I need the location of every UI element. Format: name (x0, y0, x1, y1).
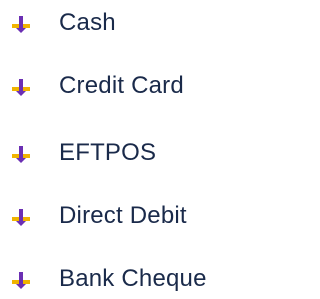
payment-methods-list: Cash Credit Card EFTPOS Direct Debit Ban… (0, 0, 243, 293)
list-item: Bank Cheque (0, 259, 243, 299)
list-item: Credit Card (0, 66, 243, 106)
list-item: Direct Debit (0, 196, 243, 236)
payment-method-label: Direct Debit (59, 202, 187, 229)
down-arrow-icon (10, 206, 32, 228)
down-arrow-icon (10, 76, 32, 98)
list-item: Cash (0, 3, 243, 43)
list-item: EFTPOS (0, 133, 243, 173)
payment-method-label: Cash (59, 9, 116, 36)
down-arrow-icon (10, 269, 32, 291)
payment-method-label: EFTPOS (59, 139, 157, 166)
down-arrow-icon (10, 13, 32, 35)
payment-method-label: Credit Card (59, 72, 184, 99)
down-arrow-icon (10, 143, 32, 165)
payment-method-label: Bank Cheque (59, 265, 207, 292)
